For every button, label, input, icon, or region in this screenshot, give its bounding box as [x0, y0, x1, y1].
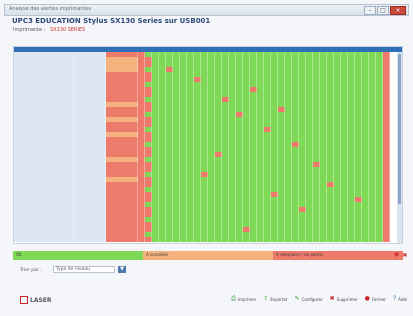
export-icon: ⇪ — [263, 295, 269, 302]
help-icon: ? — [392, 295, 397, 302]
close-window-button[interactable]: × — [390, 6, 406, 15]
status-cell — [348, 237, 355, 242]
print-label: Imprimer — [237, 296, 257, 302]
brand-logo: LASER — [20, 294, 52, 306]
legend-icons: ♥ ✖ — [394, 252, 407, 259]
sort-label: Trier par : — [20, 268, 42, 273]
filter-label: Imprimante : — [13, 27, 46, 33]
page-title: UPC3 EDUCATION Stylus SX130 Series sur U… — [12, 17, 211, 25]
row-label-cell — [14, 237, 74, 242]
brand-name: LASER — [30, 296, 52, 304]
table-row[interactable] — [14, 237, 402, 242]
row-info-cell — [74, 237, 106, 242]
close-label: Fermer — [371, 296, 386, 302]
status-cell — [285, 237, 292, 242]
footer-bar: LASER ⎙ Imprimer ⇪ Exporter ✎ Configurer ✖ S… — [0, 286, 413, 316]
status-cell — [173, 237, 180, 242]
filter-bar: Imprimante : SX130 SERIES — [13, 27, 85, 33]
status-cell — [355, 237, 362, 242]
status-cell — [229, 237, 236, 242]
maximize-button[interactable]: □ — [377, 6, 389, 15]
status-cell — [152, 237, 159, 242]
status-cell — [383, 237, 390, 242]
window-title: Analyse des alertes imprimantes — [9, 6, 92, 12]
row-status-cell — [106, 237, 138, 242]
remove-icon[interactable]: ✖ — [402, 252, 407, 259]
delete-label: Supprimer — [336, 296, 358, 302]
status-cell — [159, 237, 166, 242]
status-cell — [320, 237, 327, 242]
status-cell — [313, 237, 320, 242]
delete-button[interactable]: ✖ Supprimer — [330, 296, 358, 302]
heart-icon[interactable]: ♥ — [394, 252, 399, 259]
close-button[interactable]: ● Fermer — [365, 296, 386, 302]
status-cell — [376, 237, 383, 242]
footer-actions: ⎙ Imprimer ⇪ Exporter ✎ Configurer ✖ Supprim… — [231, 296, 407, 302]
legend-ok-label: OK — [16, 252, 22, 257]
window-controls: – □ × — [364, 6, 406, 15]
legend-bar: OK A surveiller A remplacer / en panne — [13, 251, 403, 260]
status-cell — [180, 237, 187, 242]
status-cell — [222, 237, 229, 242]
configure-icon: ✎ — [294, 295, 300, 302]
status-cell — [264, 237, 271, 242]
status-cell — [201, 237, 208, 242]
export-label: Exporter — [270, 296, 288, 302]
status-cell — [306, 237, 313, 242]
status-cell — [257, 237, 264, 242]
status-cell — [362, 237, 369, 242]
printer-icon: ⎙ — [231, 295, 236, 302]
help-button[interactable]: ? Aide — [393, 296, 407, 302]
legend-warning: A surveiller — [143, 251, 273, 260]
status-cell — [138, 237, 145, 242]
status-cell — [299, 237, 306, 242]
status-cell — [166, 237, 173, 242]
configure-label: Configurer — [301, 296, 323, 302]
status-cell — [187, 237, 194, 242]
status-cell — [208, 237, 215, 242]
close-icon: ● — [364, 295, 370, 302]
status-cell — [292, 237, 299, 242]
status-cell — [271, 237, 278, 242]
status-cell — [243, 237, 250, 242]
filter-link[interactable]: SX130 SERIES — [50, 27, 85, 33]
status-cell — [334, 237, 341, 242]
legend-ok: OK — [13, 251, 143, 260]
sort-select[interactable]: Type de niveau — [53, 266, 115, 273]
export-button[interactable]: ⇪ Exporter — [263, 296, 287, 302]
status-cell — [250, 237, 257, 242]
app-window: Analyse des alertes imprimantes – □ × UP… — [0, 0, 413, 316]
status-cell — [278, 237, 285, 242]
scrollbar-thumb[interactable] — [398, 54, 401, 204]
help-label: Aide — [398, 296, 407, 302]
legend-warning-label: A surveiller — [146, 252, 169, 257]
minimize-button[interactable]: – — [364, 6, 376, 15]
status-cell — [369, 237, 376, 242]
print-button[interactable]: ⎙ Imprimer — [231, 296, 256, 302]
status-cell — [236, 237, 243, 242]
sort-dropdown-button[interactable]: ▼ — [118, 266, 126, 273]
legend-alert: A remplacer / en panne — [273, 251, 403, 260]
configure-button[interactable]: ✎ Configurer — [295, 296, 323, 302]
title-bar: Analyse des alertes imprimantes – □ × — [4, 4, 409, 16]
status-grid — [13, 46, 403, 244]
status-cell — [215, 237, 222, 242]
delete-icon: ✖ — [329, 295, 335, 302]
logo-icon — [20, 296, 28, 304]
status-cell — [145, 237, 152, 242]
vertical-scrollbar[interactable] — [397, 52, 402, 243]
legend-alert-label: A remplacer / en panne — [276, 252, 324, 257]
status-cell — [327, 237, 334, 242]
status-cell — [341, 237, 348, 242]
status-cell — [194, 237, 201, 242]
